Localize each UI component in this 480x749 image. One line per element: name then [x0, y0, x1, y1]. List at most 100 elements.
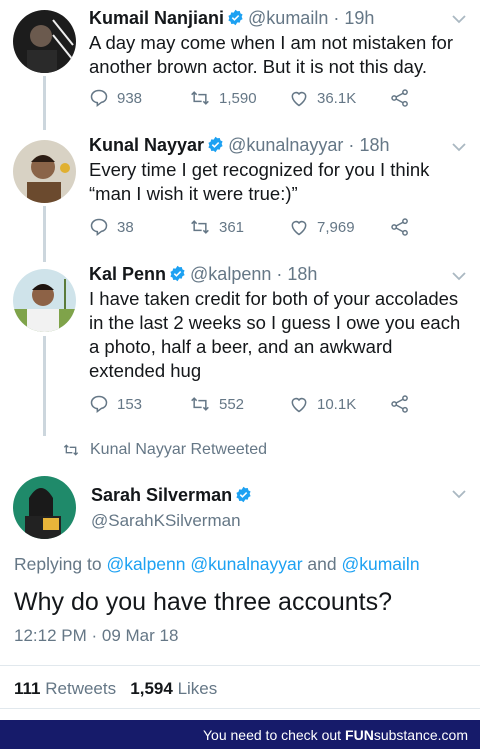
- retweet-button[interactable]: 361: [189, 217, 244, 237]
- display-name[interactable]: Kunal Nayyar: [89, 135, 204, 155]
- retweet-icon: [191, 220, 209, 234]
- verified-badge-icon: [228, 9, 243, 26]
- tweet-time[interactable]: 18h: [359, 135, 389, 155]
- tweet-text-line: A day may come when I am not mistaken fo…: [89, 32, 453, 53]
- verified-badge-icon: [170, 265, 185, 282]
- thread-line: [43, 336, 46, 436]
- separator-dot: ·: [276, 264, 283, 284]
- tweet-header: Kunal Nayyar @kunalnayyar · 18h: [89, 135, 389, 156]
- mention-link[interactable]: @kalpenn: [106, 554, 185, 574]
- reply-count: 153: [117, 395, 143, 413]
- divider: [0, 665, 480, 666]
- tweet-actions: 38 361 7,969: [89, 217, 429, 241]
- reply-button[interactable]: 153: [89, 394, 142, 414]
- watermark-text: You need to check out: [203, 726, 342, 743]
- share-icon: [391, 218, 408, 236]
- chevron-down-icon[interactable]: [452, 142, 466, 152]
- like-count: 7,969: [317, 218, 355, 236]
- reply-icon: [90, 218, 108, 237]
- replying-to: Replying to @kalpenn @kunalnayyar and @k…: [14, 554, 420, 575]
- reply-button[interactable]: 38: [89, 217, 134, 237]
- like-button[interactable]: 7,969: [289, 217, 355, 237]
- watermark-brand-rest: substance.com: [373, 726, 468, 743]
- main-tweet-text: Why do you have three accounts?: [14, 588, 393, 616]
- user-handle[interactable]: @kunalnayyar: [228, 135, 343, 155]
- tweet-text-line: a photo, half a beer, and an awkward: [89, 336, 393, 357]
- display-name[interactable]: Sarah Silverman: [91, 485, 256, 506]
- retweeted-label: Kunal Nayyar Retweeted: [90, 441, 267, 458]
- replying-prefix: Replying to: [14, 554, 102, 574]
- avatar[interactable]: [13, 269, 76, 332]
- mention-link[interactable]: @kunalnayyar: [190, 554, 302, 574]
- tweet-text-line: Every time I get recognized for you I th…: [89, 159, 430, 180]
- retweet-count: 361: [219, 218, 245, 236]
- reply-count: 938: [117, 89, 143, 107]
- heart-icon: [291, 91, 307, 107]
- retweet-icon: [191, 397, 209, 411]
- tweet-time[interactable]: 18h: [287, 264, 317, 284]
- likes-label[interactable]: Likes: [178, 679, 218, 698]
- tweet-text: Every time I get recognized for you I th…: [89, 158, 469, 206]
- user-handle[interactable]: @SarahKSilverman: [91, 511, 241, 531]
- avatar[interactable]: [13, 10, 76, 73]
- verified-badge-icon: [236, 486, 251, 503]
- avatar[interactable]: [13, 140, 76, 203]
- share-button[interactable]: [389, 394, 419, 414]
- tweet-stats: 111 Retweets 1,594 Likes: [14, 679, 217, 699]
- tweet-text-line: in the last 2 weeks so I guess I owe you…: [89, 312, 461, 333]
- likes-total[interactable]: 1,594: [130, 679, 173, 698]
- tweet-actions: 153 552 10.1K: [89, 394, 429, 418]
- like-button[interactable]: 10.1K: [289, 394, 356, 414]
- tweet-text-line: “man I wish it were true:)”: [89, 183, 298, 204]
- watermark-brand-bold: FUN: [345, 726, 374, 743]
- tweet-actions: 938 1,590 36.1K: [89, 88, 429, 112]
- tweet-text-line: another brown actor. But it is not this …: [89, 56, 427, 77]
- heart-icon: [291, 397, 307, 413]
- heart-icon: [291, 220, 307, 236]
- thread-line: [43, 76, 46, 130]
- separator-dot: ·: [333, 8, 340, 28]
- like-count: 10.1K: [317, 395, 357, 413]
- divider: [0, 708, 480, 709]
- separator-dot: ·: [348, 135, 355, 155]
- mention-link[interactable]: @kumailn: [341, 554, 419, 574]
- tweet-header: Kumail Nanjiani @kumailn · 19h: [89, 8, 374, 29]
- tweet-header: Kal Penn @kalpenn · 18h: [89, 264, 317, 285]
- reply-icon: [90, 395, 108, 414]
- display-name[interactable]: Kumail Nanjiani: [89, 8, 224, 28]
- display-name[interactable]: Kal Penn: [89, 264, 166, 284]
- tweet-timestamp[interactable]: 12:12 PM · 09 Mar 18: [14, 626, 178, 646]
- chevron-down-icon[interactable]: [452, 14, 466, 24]
- retweet-button[interactable]: 1,590: [189, 88, 257, 108]
- tweet-text-line: extended hug: [89, 360, 202, 381]
- tweet-text: A day may come when I am not mistaken fo…: [89, 31, 469, 79]
- user-handle[interactable]: @kalpenn: [190, 264, 271, 284]
- watermark-brand: FUNsubstance.com: [345, 727, 468, 743]
- verified-badge-icon: [208, 136, 223, 153]
- chevron-down-icon[interactable]: [452, 489, 466, 499]
- tweet-text: I have taken credit for both of your acc…: [89, 287, 469, 383]
- share-button[interactable]: [389, 217, 419, 237]
- retweeted-by[interactable]: Kunal Nayyar Retweeted: [62, 441, 267, 459]
- reply-button[interactable]: 938: [89, 88, 142, 108]
- tweet-time[interactable]: 19h: [344, 8, 374, 28]
- share-icon: [391, 395, 408, 413]
- user-handle[interactable]: @kumailn: [248, 8, 328, 28]
- retweet-count: 1,590: [219, 89, 257, 107]
- like-count: 36.1K: [317, 89, 357, 107]
- retweets-label[interactable]: Retweets: [45, 679, 116, 698]
- like-button[interactable]: 36.1K: [289, 88, 356, 108]
- chevron-down-icon[interactable]: [452, 271, 466, 281]
- avatar[interactable]: [13, 476, 76, 539]
- share-button[interactable]: [389, 88, 419, 108]
- watermark-banner: You need to check out FUNsubstance.com: [0, 720, 480, 749]
- retweet-icon: [63, 444, 79, 456]
- reply-count: 38: [117, 218, 134, 236]
- replying-and: and: [307, 554, 337, 574]
- retweet-icon: [191, 91, 209, 105]
- retweet-button[interactable]: 552: [189, 394, 244, 414]
- share-icon: [391, 89, 408, 107]
- retweets-total[interactable]: 111: [14, 679, 41, 698]
- thread-line: [43, 206, 46, 262]
- reply-icon: [90, 89, 108, 108]
